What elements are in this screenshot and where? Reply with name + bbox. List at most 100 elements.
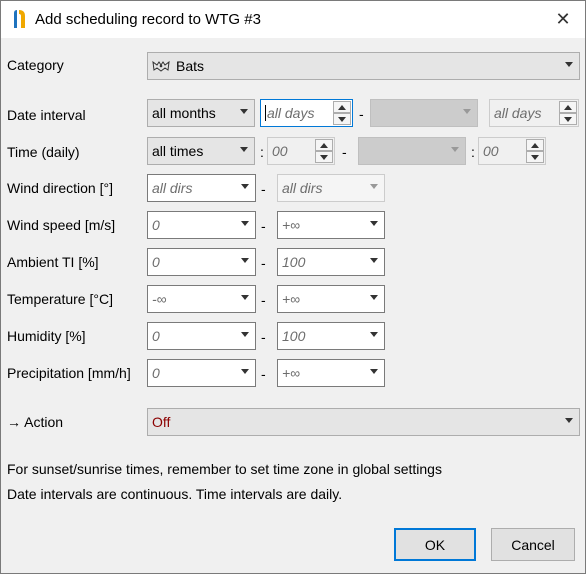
wind-direction-from-select[interactable]: all dirs	[147, 174, 256, 202]
spinner-buttons[interactable]	[526, 139, 544, 163]
ambient-ti-separator: -	[261, 255, 266, 271]
temperature-to-select[interactable]: +∞	[277, 285, 385, 313]
wind-direction-from-value: all dirs	[152, 180, 193, 196]
text-caret	[265, 105, 266, 121]
chevron-down-icon	[241, 295, 249, 300]
wind-direction-to-value: all dirs	[282, 180, 323, 196]
chevron-down-icon	[565, 418, 573, 423]
wind-speed-from-select[interactable]: 0	[147, 211, 256, 239]
time-daily-label: Time (daily)	[7, 144, 80, 160]
spin-down-icon[interactable]	[559, 113, 577, 125]
close-icon: ✕	[555, 9, 571, 29]
dialog-window: Add scheduling record to WTG #3 ✕ Catego…	[0, 0, 586, 574]
spin-up-icon[interactable]	[526, 139, 544, 151]
spin-up-icon[interactable]	[333, 101, 351, 113]
wind-direction-to-select[interactable]: all dirs	[277, 174, 385, 202]
ok-button[interactable]: OK	[394, 528, 476, 561]
time-from-spinner[interactable]: 00	[267, 137, 335, 165]
action-label: → Action	[7, 414, 64, 430]
chevron-down-icon	[370, 221, 378, 226]
chevron-down-icon	[370, 332, 378, 337]
humidity-from-select[interactable]: 0	[147, 322, 256, 350]
action-select[interactable]: Off	[147, 408, 580, 436]
title-bar: Add scheduling record to WTG #3 ✕	[1, 1, 585, 38]
time-separator: -	[342, 144, 347, 160]
spin-down-icon[interactable]	[333, 113, 351, 125]
bat-icon	[152, 60, 170, 72]
chevron-down-icon	[370, 258, 378, 263]
time-colon-2: :	[471, 144, 475, 160]
spinner-buttons[interactable]	[315, 139, 333, 163]
chevron-down-icon	[451, 147, 459, 152]
precipitation-separator: -	[261, 366, 266, 382]
humidity-from-value: 0	[152, 328, 160, 344]
date-to-days-spinner[interactable]: all days	[489, 99, 579, 127]
date-to-days-value: all days	[494, 105, 542, 121]
precipitation-to-value: +∞	[282, 365, 301, 381]
category-select[interactable]: Bats	[147, 52, 580, 80]
time-to-spin-value: 00	[483, 143, 499, 159]
wind-speed-to-value: +∞	[282, 217, 301, 233]
ambient-ti-from-select[interactable]: 0	[147, 248, 256, 276]
wind-speed-to-select[interactable]: +∞	[277, 211, 385, 239]
humidity-to-select[interactable]: 100	[277, 322, 385, 350]
chevron-down-icon	[241, 332, 249, 337]
wind-speed-separator: -	[261, 218, 266, 234]
humidity-label: Humidity [%]	[7, 328, 86, 344]
spin-down-icon[interactable]	[315, 151, 333, 163]
precipitation-to-select[interactable]: +∞	[277, 359, 385, 387]
wind-speed-label: Wind speed [m/s]	[7, 217, 116, 233]
temperature-to-value: +∞	[282, 291, 301, 307]
category-label: Category	[7, 57, 64, 73]
spinner-buttons[interactable]	[333, 101, 351, 125]
date-separator: -	[359, 106, 364, 122]
chevron-down-icon	[370, 184, 378, 189]
date-interval-label: Date interval	[7, 107, 86, 123]
spin-up-icon[interactable]	[315, 139, 333, 151]
time-to-spinner[interactable]: 00	[478, 137, 546, 165]
chevron-down-icon	[463, 109, 471, 114]
chevron-down-icon	[370, 295, 378, 300]
chevron-down-icon	[240, 109, 248, 114]
humidity-to-value: 100	[282, 328, 306, 344]
ambient-ti-to-select[interactable]: 100	[277, 248, 385, 276]
info-text-intervals: Date intervals are continuous. Time inte…	[7, 486, 343, 502]
time-to-select[interactable]	[358, 137, 466, 165]
temperature-from-value: -∞	[152, 291, 167, 307]
category-value: Bats	[176, 58, 205, 74]
cancel-button[interactable]: Cancel	[491, 528, 575, 561]
time-from-select[interactable]: all times	[147, 137, 255, 165]
time-colon: :	[260, 144, 264, 160]
date-from-days-value: all days	[267, 105, 315, 121]
humidity-separator: -	[261, 329, 266, 345]
date-to-months-select[interactable]	[370, 99, 478, 127]
info-text-timezone: For sunset/sunrise times, remember to se…	[7, 461, 442, 477]
precipitation-from-select[interactable]: 0	[147, 359, 256, 387]
time-from-spin-value: 00	[272, 143, 288, 159]
time-from-value: all times	[152, 143, 204, 159]
window-title: Add scheduling record to WTG #3	[35, 11, 261, 28]
wind-speed-from-value: 0	[152, 217, 160, 233]
chevron-down-icon	[240, 147, 248, 152]
precipitation-from-value: 0	[152, 365, 160, 381]
wind-direction-label: Wind direction [°]	[7, 180, 113, 196]
chevron-down-icon	[241, 221, 249, 226]
date-from-months-value: all months	[152, 105, 216, 121]
spinner-buttons[interactable]	[559, 101, 577, 125]
chevron-down-icon	[370, 369, 378, 374]
spin-down-icon[interactable]	[526, 151, 544, 163]
chevron-down-icon	[241, 369, 249, 374]
temperature-separator: -	[261, 292, 266, 308]
chevron-down-icon	[241, 184, 249, 189]
close-button[interactable]: ✕	[541, 1, 585, 38]
ambient-ti-to-value: 100	[282, 254, 306, 270]
ambient-ti-from-value: 0	[152, 254, 160, 270]
temperature-from-select[interactable]: -∞	[147, 285, 256, 313]
date-from-months-select[interactable]: all months	[147, 99, 255, 127]
ambient-ti-label: Ambient TI [%]	[7, 254, 99, 270]
chevron-down-icon	[241, 258, 249, 263]
action-value: Off	[152, 414, 171, 430]
wind-direction-separator: -	[261, 181, 266, 197]
spin-up-icon[interactable]	[559, 101, 577, 113]
date-from-days-spinner[interactable]: all days	[260, 99, 353, 127]
